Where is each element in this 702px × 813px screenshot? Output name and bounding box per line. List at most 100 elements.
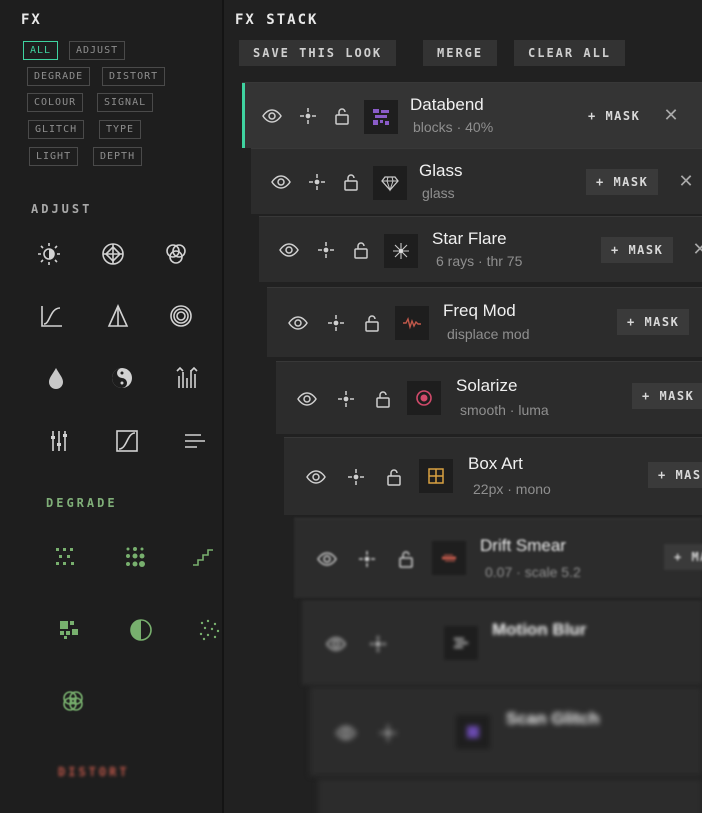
target-icon[interactable] <box>334 387 358 411</box>
fx-stack-title: FX STACK <box>235 12 319 28</box>
fx-stack-panel: FX STACK SAVE THIS LOOK MERGE CLEAR ALL … <box>224 0 702 813</box>
eye-icon[interactable] <box>277 238 301 262</box>
layer-name: Databend <box>410 95 484 114</box>
merge-button[interactable]: MERGE <box>423 40 498 66</box>
target-icon[interactable] <box>366 632 390 656</box>
clear-all-button[interactable]: CLEAR ALL <box>514 40 626 66</box>
add-mask-button[interactable]: + MASK <box>632 383 702 409</box>
halftone-dots-icon[interactable] <box>118 539 154 575</box>
eye-icon[interactable] <box>324 632 348 656</box>
target-icon[interactable] <box>305 170 329 194</box>
filter-chip-type[interactable]: TYPE <box>99 120 142 139</box>
brightness-icon[interactable] <box>31 236 67 272</box>
unlock-icon[interactable] <box>330 104 354 128</box>
yin-yang-icon[interactable] <box>104 360 140 396</box>
save-look-button[interactable]: SAVE THIS LOOK <box>239 40 397 66</box>
target-icon[interactable] <box>296 104 320 128</box>
databend-thumb-icon <box>364 100 398 134</box>
target-icon[interactable] <box>314 238 338 262</box>
eye-icon[interactable] <box>315 547 339 571</box>
levels-icon[interactable] <box>169 360 205 396</box>
crosshair-circle-icon[interactable] <box>95 236 131 272</box>
filter-chip-degrade[interactable]: DEGRADE <box>27 67 91 86</box>
layer-name: Box Art <box>468 454 523 473</box>
half-circle-icon[interactable] <box>123 612 159 648</box>
target-icon[interactable] <box>355 547 379 571</box>
adjust-section-title: ADJUST <box>31 202 93 216</box>
degrade-section-title: DEGRADE <box>46 496 118 510</box>
eye-icon[interactable] <box>286 311 310 335</box>
fx-layer-row[interactable]: Freq Mod displace mod + MASK <box>267 287 702 357</box>
layer-subtitle: smooth · luma <box>460 402 549 418</box>
close-icon[interactable]: ✕ <box>660 104 682 128</box>
add-mask-button[interactable]: + MASK <box>578 103 650 129</box>
unlock-icon[interactable] <box>371 387 395 411</box>
add-mask-button[interactable]: + MASK <box>601 237 674 263</box>
add-mask-button[interactable]: + MASK <box>648 462 702 488</box>
layer-subtitle: displace mod <box>447 326 530 342</box>
eye-icon[interactable] <box>304 465 328 489</box>
fx-layer-row[interactable]: Glass glass + MASK ✕ <box>251 148 702 214</box>
fx-panel-title: FX <box>21 12 42 28</box>
eye-icon[interactable] <box>260 104 284 128</box>
unlock-icon[interactable] <box>360 311 384 335</box>
grid-box-thumb-icon <box>419 459 453 493</box>
tone-curve-icon[interactable] <box>109 423 145 459</box>
waveform-thumb-icon <box>395 306 429 340</box>
add-mask-button[interactable]: + MASK <box>617 309 690 335</box>
eye-icon[interactable] <box>334 721 358 745</box>
unlock-icon[interactable] <box>382 465 406 489</box>
drop-icon[interactable] <box>38 360 74 396</box>
gem-thumb-icon <box>373 166 407 200</box>
fx-layer-row[interactable]: Drift Smear 0.07 · scale 5.2 + MASK <box>294 518 702 598</box>
align-lines-icon[interactable] <box>176 423 212 459</box>
curve-icon[interactable] <box>34 298 70 334</box>
staircase-icon[interactable] <box>185 539 221 575</box>
fx-layer-row[interactable]: Box Art 22px · mono + MASK <box>284 437 702 515</box>
smear-thumb-icon <box>432 541 466 575</box>
filter-chip-all[interactable]: ALL <box>23 41 59 60</box>
layer-name: Freq Mod <box>443 301 516 320</box>
close-icon[interactable]: ✕ <box>675 170 697 194</box>
add-mask-button[interactable]: + MASK <box>664 544 702 570</box>
layer-name: Drift Smear <box>480 536 566 555</box>
layer-subtitle: blocks · 40% <box>413 119 494 135</box>
fx-layer-row[interactable]: Databend blocks · 40% + MASK ✕ <box>242 82 702 148</box>
target-icon[interactable] <box>376 721 400 745</box>
close-icon[interactable]: ✕ <box>689 238 702 262</box>
fx-layer-row[interactable]: Star Flare 6 rays · thr 75 + MASK ✕ <box>259 216 702 282</box>
eye-icon[interactable] <box>295 387 319 411</box>
unlock-icon[interactable] <box>339 170 363 194</box>
concentric-circles-icon[interactable] <box>163 298 199 334</box>
filter-chip-colour[interactable]: COLOUR <box>27 93 84 112</box>
eye-icon[interactable] <box>269 170 293 194</box>
filter-chip-adjust[interactable]: ADJUST <box>69 41 126 60</box>
filter-chip-glitch[interactable]: GLITCH <box>28 120 85 139</box>
add-mask-button[interactable]: + MASK <box>586 169 659 195</box>
pixel-blocks-icon[interactable] <box>51 612 87 648</box>
rgb-circles-icon[interactable] <box>158 236 194 272</box>
unlock-icon[interactable] <box>349 238 373 262</box>
fx-layer-row[interactable]: Scan Glitch <box>310 688 702 776</box>
filter-chip-distort[interactable]: DISTORT <box>102 67 166 86</box>
target-icon[interactable] <box>324 311 348 335</box>
layer-name: Star Flare <box>432 229 507 248</box>
layer-name: Solarize <box>456 376 518 395</box>
fx-layer-row[interactable]: Motion Blur <box>302 601 702 685</box>
target-icon[interactable] <box>344 465 368 489</box>
fx-layer-row[interactable] <box>318 780 702 813</box>
filter-chip-depth[interactable]: DEPTH <box>93 147 143 166</box>
sliders-icon[interactable] <box>41 423 77 459</box>
triangle-icon[interactable] <box>100 298 136 334</box>
unlock-icon[interactable] <box>394 547 418 571</box>
filter-chip-light[interactable]: LIGHT <box>29 147 79 166</box>
starburst-thumb-icon <box>384 234 418 268</box>
dither-grid-icon[interactable] <box>47 539 83 575</box>
layer-subtitle: 6 rays · thr 75 <box>436 253 523 269</box>
filter-chip-signal[interactable]: SIGNAL <box>97 93 154 112</box>
distort-section-title: DISTORT <box>58 765 130 779</box>
fx-layer-row[interactable]: Solarize smooth · luma + MASK <box>276 361 702 434</box>
layer-subtitle: 0.07 · scale 5.2 <box>485 564 581 580</box>
overlap-circles-icon[interactable] <box>55 683 91 719</box>
layer-name: Scan Glitch <box>506 709 600 728</box>
